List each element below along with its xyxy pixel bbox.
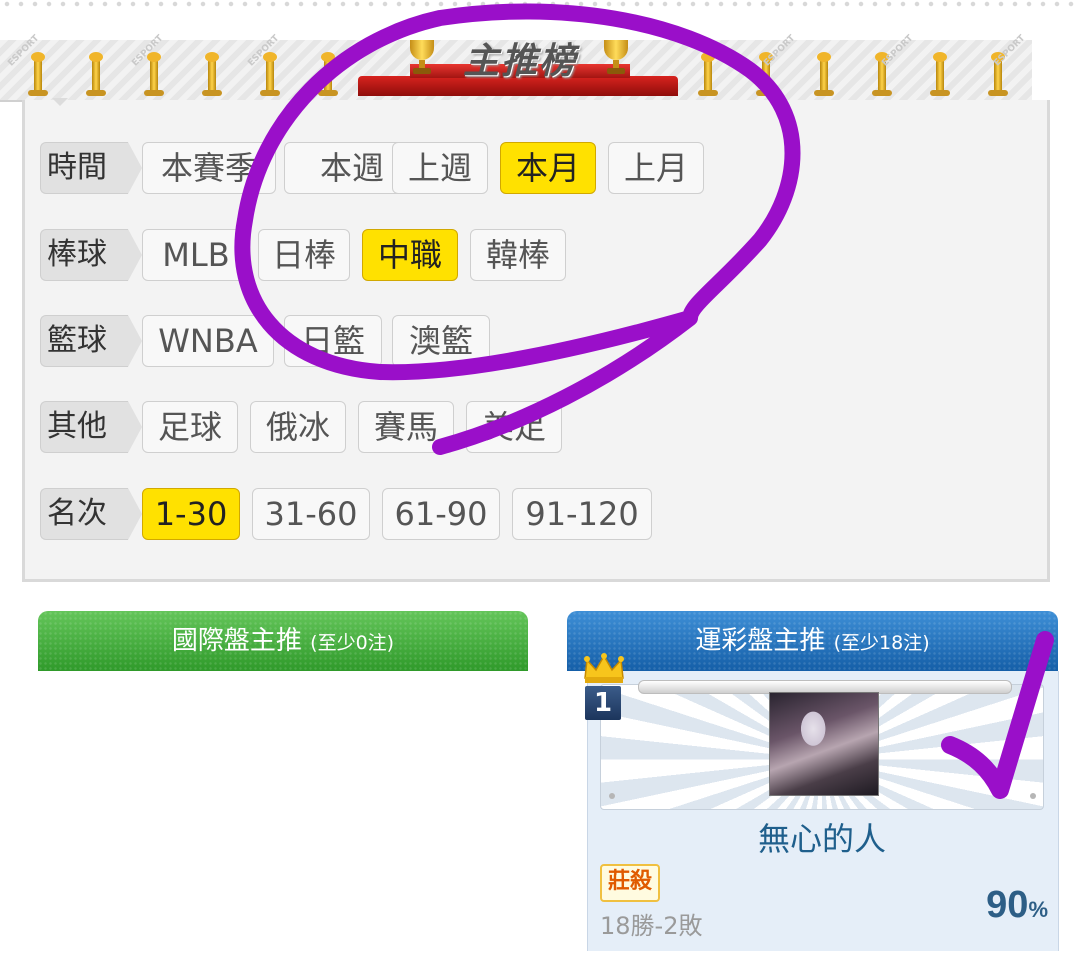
international-title: 國際盤主推	[171, 626, 302, 656]
option-rank-61-90[interactable]: 61-90	[382, 488, 500, 540]
option-last-month[interactable]: 上月	[608, 142, 704, 194]
option-horse-racing[interactable]: 賽馬	[358, 401, 454, 453]
rank-badge: 1	[585, 686, 621, 720]
win-loss-record: 18勝-2敗	[600, 912, 703, 940]
option-this-month[interactable]: 本月	[500, 142, 596, 194]
win-rate-value: 90	[986, 884, 1029, 926]
option-npb[interactable]: 日棒	[258, 229, 350, 281]
option-american-football[interactable]: 美足	[466, 401, 562, 453]
avatar[interactable]	[769, 692, 879, 796]
trophy-icon	[410, 40, 434, 76]
rope-post	[202, 52, 222, 96]
frame-pin	[1030, 793, 1036, 799]
option-rank-91-120[interactable]: 91-120	[512, 488, 652, 540]
option-wnba[interactable]: WNBA	[142, 315, 274, 367]
rope-post	[318, 52, 338, 96]
option-cpbl[interactable]: 中職	[362, 229, 458, 281]
option-russia-hockey[interactable]: 俄冰	[250, 401, 346, 453]
crown-icon	[583, 652, 625, 684]
rope-post	[28, 52, 48, 96]
option-last-week[interactable]: 上週	[392, 142, 488, 194]
filter-label-time: 時間	[40, 142, 142, 194]
tab-sports-lottery-picks[interactable]: 運彩盤主推 (至少18注)	[567, 611, 1058, 671]
rope-post	[930, 52, 950, 96]
option-soccer[interactable]: 足球	[142, 401, 238, 453]
frame-pin	[609, 793, 615, 799]
filter-label-baseball: 棒球	[40, 229, 142, 281]
option-rank-31-60[interactable]: 31-60	[252, 488, 370, 540]
rope-post	[86, 52, 106, 96]
filter-label-other: 其他	[40, 401, 142, 453]
international-note: (至少0注)	[310, 632, 395, 654]
rope-post	[144, 52, 164, 96]
rope-post	[698, 52, 718, 96]
user-tag-badge: 莊殺	[600, 864, 661, 902]
win-rate-unit: %	[1028, 897, 1048, 922]
tab-international-picks[interactable]: 國際盤主推 (至少0注)	[38, 611, 528, 671]
option-rank-1-30[interactable]: 1-30	[142, 488, 240, 540]
banner-title: 主推榜	[462, 41, 577, 82]
user-name[interactable]: 無心的人	[600, 814, 1044, 860]
top-dotted-border	[0, 0, 1080, 8]
rope-post	[260, 52, 280, 96]
option-mlb[interactable]: MLB	[142, 229, 250, 281]
sports-lottery-title: 運彩盤主推	[695, 626, 826, 656]
option-this-season[interactable]: 本賽季	[142, 142, 276, 194]
sports-lottery-note: (至少18注)	[833, 632, 930, 654]
option-japan-basketball[interactable]: 日籃	[284, 315, 382, 367]
win-rate: 90%	[986, 884, 1048, 927]
option-kbo[interactable]: 韓棒	[470, 229, 566, 281]
trophy-icon	[604, 40, 628, 76]
rope-post	[814, 52, 834, 96]
filter-label-rank: 名次	[40, 488, 142, 540]
filter-label-basketball: 籃球	[40, 315, 142, 367]
panel-notch	[52, 98, 68, 106]
option-australia-basketball[interactable]: 澳籃	[392, 315, 490, 367]
